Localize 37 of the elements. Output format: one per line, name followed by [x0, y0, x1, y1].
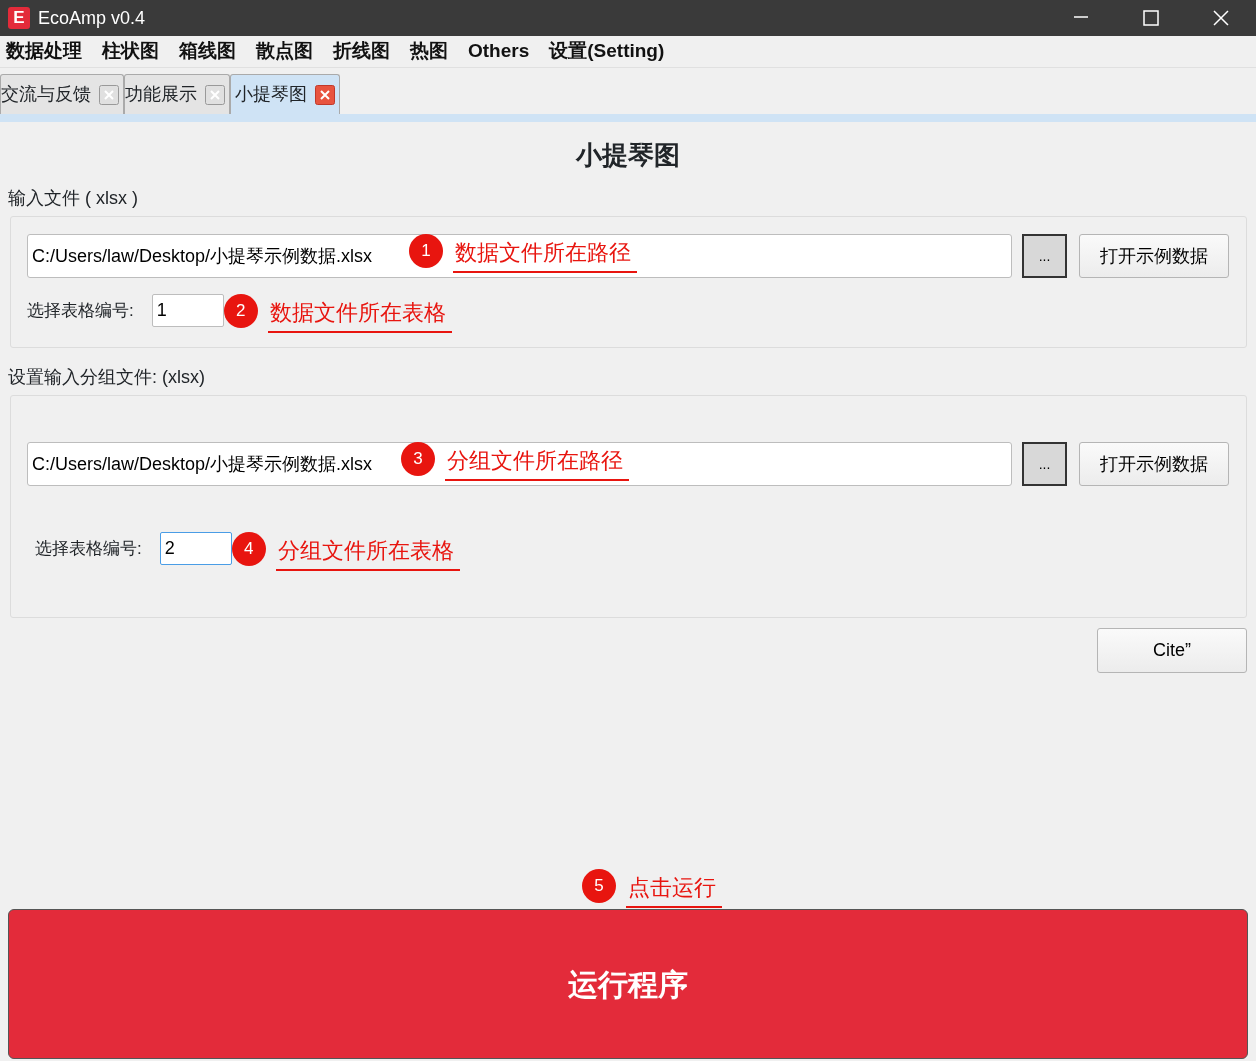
menu-item[interactable]: 设置(Setting) [539, 37, 675, 66]
annotation-text: 分组文件所在路径 [445, 444, 629, 481]
sheet-label: 选择表格编号: [27, 299, 134, 322]
menu-item[interactable]: 箱线图 [169, 37, 246, 66]
tab[interactable]: 功能展示 [124, 74, 230, 114]
open-example-button[interactable]: 打开示例数据 [1079, 442, 1229, 486]
app-logo: E [8, 7, 30, 29]
annotation-text: 数据文件所在路径 [453, 236, 637, 273]
tab[interactable]: 小提琴图 [230, 74, 340, 114]
annotation-text: 数据文件所在表格 [267, 296, 452, 333]
menu-item[interactable]: 柱状图 [92, 37, 169, 66]
close-icon[interactable] [315, 84, 335, 105]
menu-item[interactable]: 数据处理 [0, 37, 92, 66]
sheet-label: 选择表格编号: [35, 537, 142, 560]
section-label: 设置输入分组文件: (xlsx) [8, 366, 206, 389]
number-badge: 4 [231, 531, 266, 566]
number-badge: 2 [223, 293, 258, 328]
browse-button[interactable]: ... [1022, 442, 1067, 486]
sheet-number-field[interactable]: 2 [159, 532, 232, 565]
tab[interactable]: 交流与反馈 [0, 74, 124, 114]
close-icon[interactable] [1211, 8, 1231, 28]
menu-item[interactable]: Others [458, 37, 540, 66]
menu-item[interactable]: 热图 [400, 37, 458, 66]
window-title: EcoAmp v0.4 [38, 6, 146, 30]
run-button[interactable]: 运行程序 [8, 909, 1248, 1059]
open-example-button[interactable]: 打开示例数据 [1079, 234, 1229, 278]
cite-button[interactable]: Cite” [1097, 628, 1247, 673]
number-badge: 5 [582, 868, 616, 903]
menu-item[interactable]: 折线图 [323, 37, 400, 66]
sheet-number-field[interactable]: 1 [151, 294, 224, 327]
browse-button[interactable]: ... [1022, 234, 1067, 278]
annotation-text: 点击运行 [626, 871, 722, 908]
annotation-text: 分组文件所在表格 [275, 534, 460, 571]
menu-item[interactable]: 散点图 [246, 37, 323, 66]
maximize-icon[interactable] [1141, 8, 1161, 28]
page-title: 小提琴图 [574, 139, 681, 172]
section-label: 输入文件 ( xlsx ) [8, 187, 139, 210]
